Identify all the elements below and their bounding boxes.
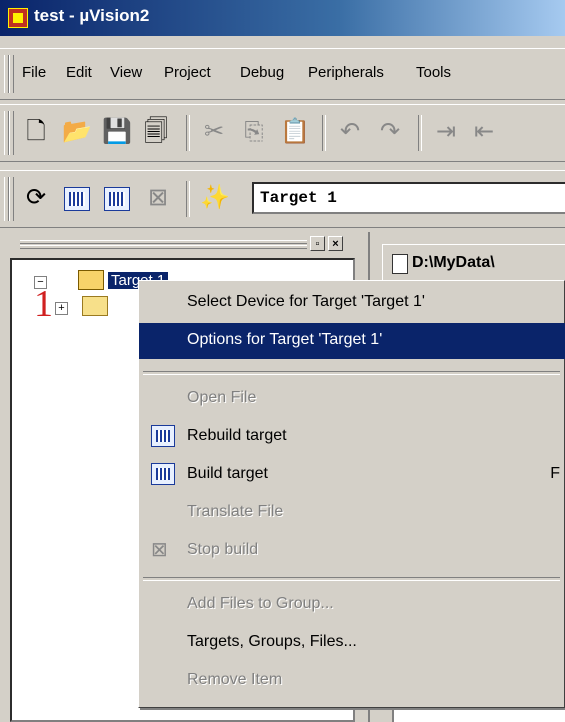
menu-project[interactable]: Project [164,64,211,81]
menu-item-label: Targets, Groups, Files... [187,633,357,650]
new-file-icon[interactable]: 🗋 [22,118,50,146]
menu-debug[interactable]: Debug [240,64,284,81]
redo-icon[interactable]: ↷ [376,118,404,146]
menu-item-stop-build[interactable]: ⊠ Stop build [139,533,565,569]
menu-item-add-files-to-group[interactable]: Add Files to Group... [139,587,565,623]
translate-icon[interactable]: ⟳ [22,184,50,212]
menu-item-targets-groups-files[interactable]: Targets, Groups, Files... [139,625,565,661]
pane-restore-icon[interactable]: ▫ [310,236,325,251]
toolbar-grip[interactable] [9,111,14,155]
options-wand-icon[interactable]: ✨ [200,184,230,212]
menu-item-shortcut: F [550,465,560,482]
menu-item-label: Open File [187,389,257,406]
file-icon [392,254,408,274]
pane-grip[interactable] [20,240,307,244]
document-tab-label: D:\MyData\ [412,254,495,271]
standard-toolbar: 🗋 📂 💾 🗐 ✂ ⎘ 📋 ↶ ↷ ⇥ ⇤ [0,104,565,162]
toolbar-separator [322,115,326,151]
menu-item-rebuild-target[interactable]: Rebuild target [139,419,565,455]
menu-view[interactable]: View [110,64,142,81]
context-menu: Select Device for Target 'Target 1' Opti… [138,280,565,708]
cut-icon[interactable]: ✂ [200,118,228,146]
build-icon[interactable] [64,187,90,211]
paste-icon[interactable]: 📋 [280,118,310,146]
menu-item-build-target[interactable]: Build target F [139,457,565,493]
toolbar-separator [186,181,190,217]
menu-item-label: Add Files to Group... [187,595,334,612]
menu-separator [143,577,560,581]
menu-item-remove-item[interactable]: Remove Item [139,663,565,699]
menu-item-label: Translate File [187,503,284,520]
menu-item-select-device[interactable]: Select Device for Target 'Target 1' [139,285,565,321]
menu-bar: File Edit View Project Debug Peripherals… [0,48,565,100]
menu-item-open-file[interactable]: Open File [139,381,565,417]
menu-item-label: Build target [187,465,268,482]
rebuild-icon [151,425,175,447]
save-icon[interactable]: 💾 [102,118,132,146]
project-pane-header: ▫ × [0,232,365,258]
toolbar-separator [186,115,190,151]
indent-icon[interactable]: ⇥ [432,118,460,146]
copy-icon[interactable]: ⎘ [240,118,268,146]
menu-item-translate-file[interactable]: Translate File [139,495,565,531]
menu-item-label: Options for Target 'Target 1' [187,331,383,348]
menu-file[interactable]: File [22,64,46,81]
pane-grip[interactable] [20,245,307,249]
menu-separator [143,371,560,375]
menu-item-label: Stop build [187,541,259,558]
pane-close-icon[interactable]: × [328,236,343,251]
menu-edit[interactable]: Edit [66,64,92,81]
open-folder-icon[interactable]: 📂 [62,118,92,146]
save-all-icon[interactable]: 🗐 [142,118,170,146]
tree-expand-icon[interactable]: + [55,302,68,315]
group-folder-icon[interactable] [82,296,108,316]
target-folder-icon [78,270,104,290]
annotation-number: 1 [34,283,53,325]
menubar-grip[interactable] [9,55,14,93]
toolbar-grip[interactable] [9,177,14,221]
target-select[interactable]: Target 1 [252,182,565,214]
undo-icon[interactable]: ↶ [336,118,364,146]
menu-peripherals[interactable]: Peripherals [308,64,384,81]
stop-build-icon[interactable]: ⊠ [144,184,172,212]
toolbar-separator [418,115,422,151]
menu-item-options-for-target[interactable]: Options for Target 'Target 1' [139,323,565,359]
menu-item-label: Rebuild target [187,427,287,444]
stop-build-icon: ⊠ [151,539,168,561]
menu-tools[interactable]: Tools [416,64,451,81]
menu-item-label: Select Device for Target 'Target 1' [187,293,425,310]
build-icon [151,463,175,485]
app-icon[interactable] [8,8,28,28]
window-title: test - µVision2 [34,6,150,25]
rebuild-icon[interactable] [104,187,130,211]
menu-item-label: Remove Item [187,671,283,688]
outdent-icon[interactable]: ⇤ [470,118,498,146]
